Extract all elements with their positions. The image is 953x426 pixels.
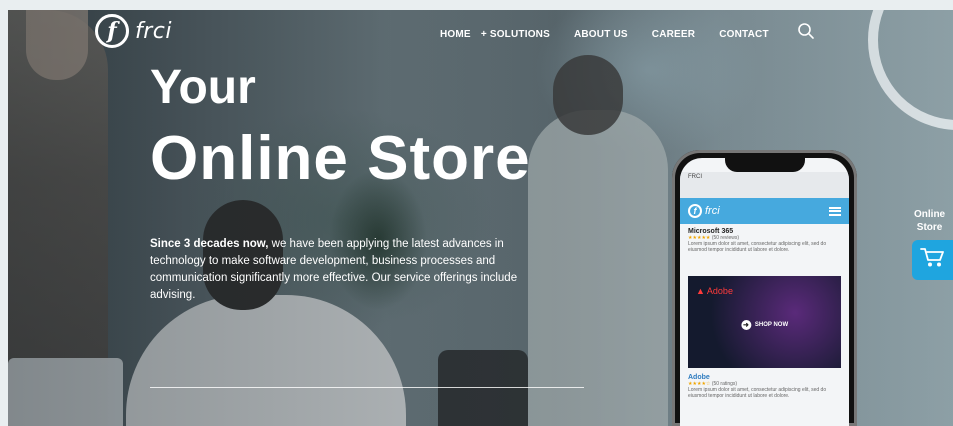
phone-notch	[724, 158, 805, 172]
phone-promo-banner: ▲ Adobe ➜ SHOP NOW	[688, 276, 841, 368]
hero-description: Since 3 decades now, we have been applyi…	[150, 236, 518, 304]
hero-divider	[150, 387, 584, 388]
phone-screen: FRCI f frci Microsoft 365 ★★★★★ (50 revie…	[680, 158, 849, 426]
hero-heading-line1: Your	[150, 61, 256, 114]
main-nav: HOME + SOLUTIONS ABOUT US CAREER CONTACT	[440, 29, 769, 40]
phone-product-card: Adobe ★★★★☆ (50 ratings) Lorem ipsum dol…	[688, 374, 841, 399]
cart-icon	[919, 247, 946, 274]
banner-brand: ▲ Adobe	[696, 286, 733, 296]
phone-product-title: Adobe	[688, 374, 710, 381]
phone-product-title: Microsoft 365	[688, 228, 734, 235]
search-icon[interactable]	[797, 22, 815, 40]
nav-item-contact[interactable]: CONTACT	[719, 29, 769, 40]
page: f frci HOME + SOLUTIONS ABOUT US CAREER …	[0, 0, 953, 426]
nav-item-career[interactable]: CAREER	[652, 29, 695, 40]
hamburger-menu-icon	[829, 206, 841, 216]
nav-item-home[interactable]: HOME	[440, 29, 471, 40]
phone-browser-title: FRCI	[688, 174, 702, 180]
online-store-button[interactable]	[912, 240, 953, 280]
online-store-label-line1: Online	[914, 209, 946, 220]
phone-app-bar: f frci	[680, 198, 849, 224]
hero-description-bold: Since 3 decades now,	[150, 238, 269, 250]
nav-item-solutions[interactable]: + SOLUTIONS	[481, 29, 550, 40]
phone-browser-bar: FRCI	[680, 172, 849, 198]
phone-product-card: Microsoft 365 ★★★★★ (50 reviews) Lorem i…	[688, 228, 841, 253]
online-store-label-line2: Store	[916, 222, 943, 233]
banner-shop-now: ➜ SHOP NOW	[740, 320, 788, 330]
logo-mark: f	[95, 14, 129, 48]
nav-item-about-us[interactable]: ABOUT US	[574, 29, 628, 40]
logo-text: frci	[135, 18, 172, 44]
site-logo[interactable]: f frci	[95, 14, 172, 48]
arrow-right-icon: ➜	[740, 320, 751, 330]
hero-heading-line2: Online Store	[150, 124, 531, 193]
phone-mockup: FRCI f frci Microsoft 365 ★★★★★ (50 revie…	[672, 150, 857, 426]
online-store-label[interactable]: Online Store	[914, 208, 945, 234]
phone-product-text: Lorem ipsum dolor sit amet, consectetur …	[688, 241, 827, 253]
phone-app-logo: f frci	[688, 204, 720, 218]
phone-product-text: Lorem ipsum dolor sit amet, consectetur …	[688, 387, 827, 399]
